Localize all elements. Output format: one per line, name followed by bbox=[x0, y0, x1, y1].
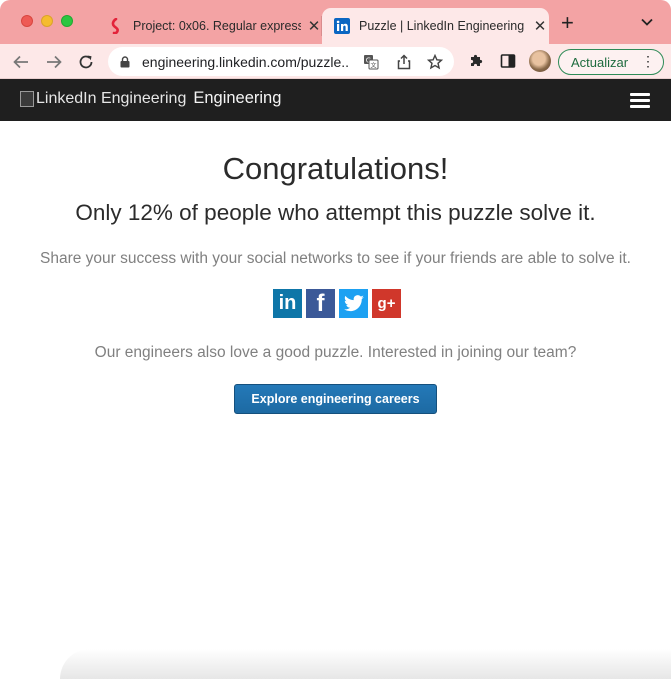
linkedin-favicon-icon bbox=[334, 18, 350, 34]
close-tab-icon[interactable]: ✕ bbox=[533, 17, 547, 35]
explore-careers-button[interactable]: Explore engineering careers bbox=[234, 384, 437, 414]
google-plus-glyph: g+ bbox=[377, 295, 396, 312]
linkedin-glyph: in bbox=[278, 292, 297, 314]
broken-image-icon bbox=[20, 90, 34, 107]
browser-toolbar: engineering.linkedin.com/puzzle... G文 Ac… bbox=[0, 44, 671, 79]
site-header: LinkedIn Engineering Engineering bbox=[0, 79, 671, 121]
bookmark-star-icon[interactable] bbox=[426, 53, 444, 71]
page-bottom-shadow bbox=[60, 649, 671, 679]
success-stat: Only 12% of people who attempt this puzz… bbox=[75, 200, 596, 225]
lock-icon[interactable] bbox=[120, 55, 130, 68]
linkedin-share-icon[interactable]: in bbox=[273, 289, 302, 318]
svg-text:文: 文 bbox=[370, 62, 376, 70]
social-share-buttons: in f g+ bbox=[273, 289, 401, 318]
update-button[interactable]: Actualizar ⋮ bbox=[558, 49, 664, 75]
logo-alt-text: LinkedIn Engineering bbox=[36, 89, 187, 107]
puzzle-result-panel: Congratulations! Only 12% of people who … bbox=[0, 121, 671, 679]
project-favicon-icon bbox=[108, 18, 124, 34]
facebook-share-icon[interactable]: f bbox=[306, 289, 335, 318]
more-menu-icon[interactable]: ⋮ bbox=[641, 53, 655, 70]
tab-search-chevron-icon[interactable] bbox=[641, 14, 653, 29]
twitter-share-icon[interactable] bbox=[339, 289, 368, 318]
tab-linkedin-puzzle[interactable]: Puzzle | LinkedIn Engineering ✕ bbox=[322, 8, 549, 44]
share-icon[interactable] bbox=[395, 53, 413, 71]
site-logo-link[interactable]: LinkedIn Engineering Engineering bbox=[20, 89, 281, 108]
extensions-puzzle-icon[interactable] bbox=[467, 52, 485, 70]
careers-prompt: Our engineers also love a good puzzle. I… bbox=[94, 344, 577, 361]
address-bar[interactable]: engineering.linkedin.com/puzzle... G文 bbox=[108, 47, 454, 76]
window-zoom-button[interactable] bbox=[61, 15, 73, 27]
back-arrow-icon[interactable] bbox=[9, 50, 33, 74]
profile-avatar[interactable] bbox=[529, 50, 551, 72]
reload-icon[interactable] bbox=[74, 50, 98, 74]
tab-title: Project: 0x06. Regular expressi bbox=[133, 19, 301, 33]
hamburger-menu-icon[interactable] bbox=[630, 93, 650, 108]
translate-icon[interactable]: G文 bbox=[362, 53, 380, 71]
close-tab-icon[interactable]: ✕ bbox=[307, 17, 321, 35]
tab-title: Puzzle | LinkedIn Engineering bbox=[359, 19, 525, 33]
page-title: Congratulations! bbox=[222, 151, 449, 186]
facebook-glyph: f bbox=[316, 289, 325, 317]
tab-project[interactable]: Project: 0x06. Regular expressi ✕ bbox=[100, 8, 322, 44]
window-minimize-button[interactable] bbox=[41, 15, 53, 27]
brand-word: Engineering bbox=[193, 89, 282, 107]
share-prompt: Share your success with your social netw… bbox=[40, 250, 631, 267]
update-label: Actualizar bbox=[571, 54, 629, 70]
url-text[interactable]: engineering.linkedin.com/puzzle... bbox=[142, 54, 348, 70]
new-tab-button[interactable]: + bbox=[561, 12, 574, 34]
google-plus-share-icon[interactable]: g+ bbox=[372, 289, 401, 318]
side-panel-icon[interactable] bbox=[499, 52, 517, 70]
tab-strip: Project: 0x06. Regular expressi ✕ Puzzle… bbox=[0, 0, 671, 44]
forward-arrow-icon[interactable] bbox=[42, 50, 66, 74]
window-close-button[interactable] bbox=[21, 15, 33, 27]
